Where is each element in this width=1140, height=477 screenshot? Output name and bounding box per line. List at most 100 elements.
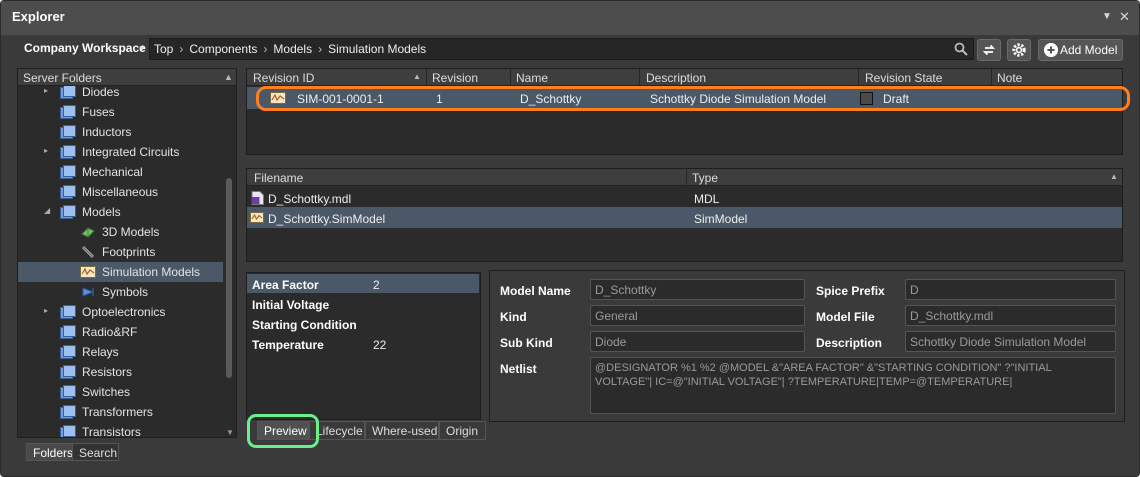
mdl-file-icon [251, 191, 264, 205]
footprint-icon [81, 245, 95, 259]
breadcrumb-item-top[interactable]: Top [154, 42, 173, 56]
tree-item-label: Integrated Circuits [82, 145, 180, 159]
sub-kind-field[interactable]: Diode [590, 331, 805, 352]
revisions-table: Revision ID ▲ Revision Name Description … [246, 68, 1123, 155]
tree-item-mechanical[interactable]: Mechanical [18, 162, 223, 182]
model-file-label: Model File [816, 310, 875, 324]
column-filename[interactable]: Filename [254, 171, 303, 185]
revisions-header: Revision ID ▲ Revision Name Description … [247, 69, 1122, 86]
breadcrumb-item-models[interactable]: Models [273, 42, 312, 56]
tree-item-switches[interactable]: Switches [18, 382, 223, 402]
column-type[interactable]: Type [692, 171, 718, 185]
files-header: Filename Type ▲ [247, 169, 1122, 186]
folder-icon [60, 365, 76, 379]
preview-tab-highlight-callout [247, 414, 319, 448]
column-name[interactable]: Name [516, 71, 548, 85]
tree-item-label: Optoelectronics [82, 305, 166, 319]
folder-icon [60, 165, 76, 179]
add-model-button[interactable]: Add Model [1038, 39, 1123, 61]
workspace-selector[interactable]: Company Workspace [24, 41, 146, 55]
folder-icon [60, 145, 76, 159]
sim-model-file-icon [250, 212, 264, 223]
folder-icon [60, 305, 76, 319]
expand-icon[interactable]: ▸ [44, 146, 48, 155]
breadcrumb-item-components[interactable]: Components [189, 42, 257, 56]
folder-icon [60, 125, 76, 139]
add-icon [1044, 43, 1058, 57]
model-file-field[interactable]: D_Schottky.mdl [905, 305, 1116, 326]
breadcrumb-item-simulation-models[interactable]: Simulation Models [328, 42, 426, 56]
folder-icon [60, 425, 76, 437]
tree-item-optoelectronics[interactable]: ▸ Optoelectronics [18, 302, 223, 322]
tree-item-integrated-circuits[interactable]: ▸ Integrated Circuits [18, 142, 223, 162]
3d-model-icon [81, 227, 95, 238]
settings-button[interactable] [1007, 39, 1031, 61]
tree-rows: ▸ Diodes Fuses Inductors ▸ Integrated Circuit… [18, 86, 223, 437]
tab-search[interactable]: Search [72, 443, 119, 461]
param-name: Starting Condition [252, 318, 357, 332]
tree-item-label: Switches [82, 385, 131, 399]
dropdown-caret-icon[interactable]: ▼ [138, 44, 146, 53]
tree-header[interactable]: Server Folders ▲ [18, 69, 236, 86]
sim-model-icon [80, 266, 96, 278]
folder-icon [60, 345, 76, 359]
column-revision-id[interactable]: Revision ID [253, 71, 314, 85]
tree-item-label: Models [82, 205, 121, 219]
sort-up-icon[interactable]: ▲ [224, 72, 233, 82]
close-icon[interactable]: ✕ [1119, 9, 1130, 25]
panel-menu-icon[interactable]: ▼ [1102, 11, 1112, 22]
collapse-icon[interactable]: ◢ [44, 206, 50, 215]
filename-cell: D_Schottky.mdl [268, 192, 352, 206]
tree-item-label: Radio&RF [82, 325, 138, 339]
param-name: Temperature [252, 338, 324, 352]
type-cell: MDL [694, 192, 720, 206]
kind-field[interactable]: General [590, 305, 805, 326]
folder-icon [60, 385, 76, 399]
tree-item-resistors[interactable]: Resistors [18, 362, 223, 382]
folder-icon [60, 185, 76, 199]
tree-item-label: Resistors [82, 365, 133, 379]
spice-prefix-label: Spice Prefix [816, 284, 885, 298]
column-description[interactable]: Description [646, 71, 706, 85]
tree-item-symbols[interactable]: Symbols [18, 282, 223, 302]
model-name-field[interactable]: D_Schottky [590, 279, 805, 300]
tree-item-relays[interactable]: Relays [18, 342, 223, 362]
refresh-button[interactable] [977, 39, 1001, 61]
expand-icon[interactable]: ▸ [44, 86, 48, 95]
tree-item-radio-rf[interactable]: Radio&RF [18, 322, 223, 342]
description-field[interactable]: Schottky Diode Simulation Model [905, 331, 1116, 352]
kind-label: Kind [500, 310, 527, 324]
tree-item-3d-models[interactable]: 3D Models [18, 222, 223, 242]
type-cell: SimModel [694, 212, 748, 226]
tree-item-transformers[interactable]: Transformers [18, 402, 223, 422]
scrollbar-thumb[interactable] [226, 178, 232, 378]
column-revision-state[interactable]: Revision State [865, 71, 942, 85]
param-name: Area Factor [252, 278, 319, 292]
tree-item-transistors[interactable]: Transistors [18, 422, 223, 437]
column-revision[interactable]: Revision [432, 71, 478, 85]
gear-icon [1012, 43, 1026, 57]
sort-up-icon[interactable]: ▲ [1110, 172, 1118, 181]
tree-item-footprints[interactable]: Footprints [18, 242, 223, 262]
tree-item-fuses[interactable]: Fuses [18, 102, 223, 122]
tree-item-label: Miscellaneous [82, 185, 159, 199]
chevron-right-icon: › [179, 42, 184, 56]
revision-highlight-callout [256, 86, 1130, 111]
tab-origin[interactable]: Origin [439, 421, 486, 440]
tree-item-inductors[interactable]: Inductors [18, 122, 223, 142]
expand-icon[interactable]: ▸ [44, 306, 48, 315]
folder-icon [60, 205, 76, 219]
scroll-down-icon[interactable]: ▼ [226, 428, 234, 437]
column-note[interactable]: Note [997, 71, 1022, 85]
tree-item-models[interactable]: ◢ Models [18, 202, 223, 222]
tree-item-miscellaneous[interactable]: Miscellaneous [18, 182, 223, 202]
netlist-field[interactable]: @DESIGNATOR %1 %2 @MODEL &"AREA FACTOR" … [590, 357, 1116, 414]
param-name: Initial Voltage [252, 298, 330, 312]
tab-where-used[interactable]: Where-used [365, 421, 439, 440]
tree-item-simulation-models[interactable]: Simulation Models [18, 262, 223, 282]
tree-item-label: Relays [82, 345, 119, 359]
search-icon[interactable] [954, 42, 968, 56]
sort-up-icon[interactable]: ▲ [413, 72, 421, 81]
spice-prefix-field[interactable]: D [905, 279, 1116, 300]
tree-item-diodes[interactable]: ▸ Diodes [18, 86, 223, 102]
